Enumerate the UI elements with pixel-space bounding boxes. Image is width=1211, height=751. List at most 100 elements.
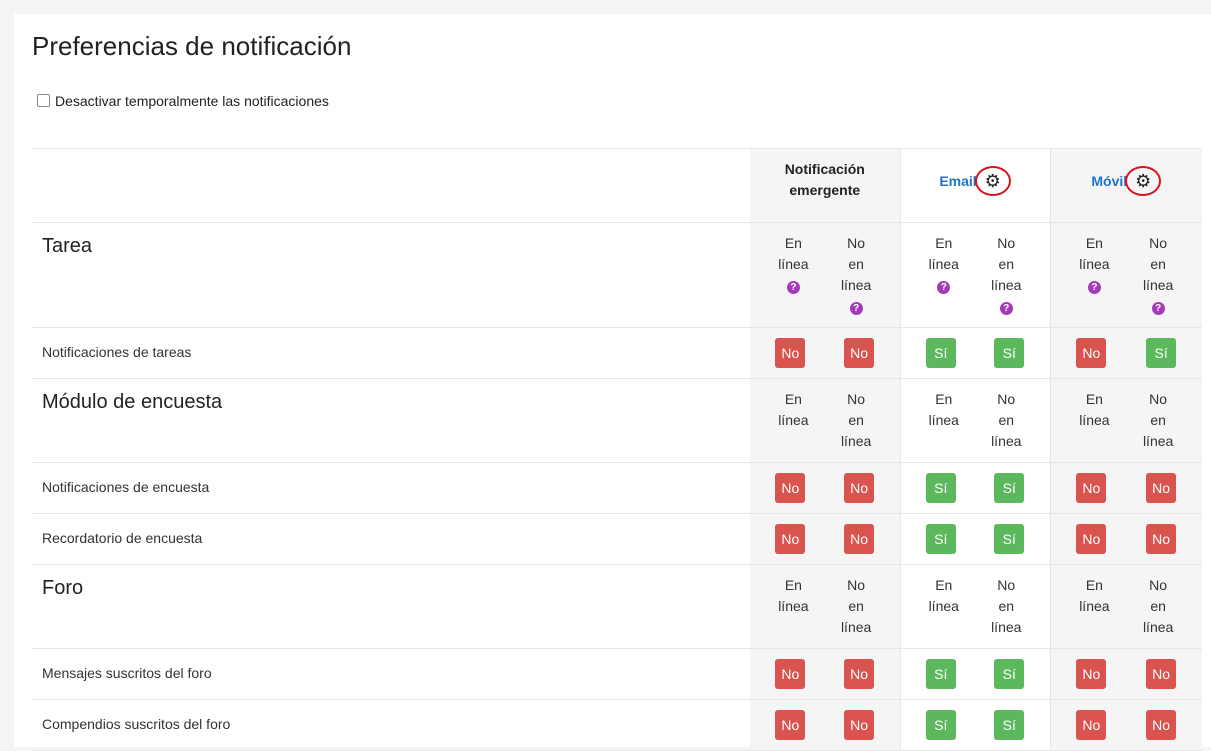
state-offline: No en línea? bbox=[840, 235, 872, 315]
help-icon[interactable]: ? bbox=[937, 281, 951, 294]
disable-notifications-label: Desactivar temporalmente las notificacio… bbox=[55, 93, 329, 109]
state-online: En línea? bbox=[1079, 235, 1110, 294]
toggle-online-button[interactable]: No bbox=[1076, 710, 1107, 740]
processor-email: Email ⚙ bbox=[899, 148, 1050, 223]
toggle-online-button[interactable]: No bbox=[775, 473, 806, 503]
help-icon[interactable]: ? bbox=[849, 302, 863, 315]
toggle-pair: Sí Sí bbox=[899, 648, 1050, 700]
setting-name-cell: Mensajes suscritos del foro bbox=[32, 648, 750, 700]
toggle-pair: Sí Sí bbox=[899, 699, 1050, 751]
email-settings-button[interactable]: ⚙ bbox=[974, 165, 1011, 196]
toggle-offline-button[interactable]: Sí bbox=[994, 659, 1025, 689]
state-offline: No en línea? bbox=[991, 235, 1022, 315]
toggle-offline-button[interactable]: No bbox=[844, 659, 875, 689]
setting-name-cell: Notificaciones de tareas bbox=[32, 327, 750, 379]
toggle-pair: No No bbox=[750, 513, 900, 565]
setting-row: Notificaciones de encuesta No No Sí Sí No No bbox=[32, 462, 1202, 514]
setting-name: Notificaciones de tareas bbox=[42, 344, 192, 360]
toggle-offline-button[interactable]: Sí bbox=[994, 710, 1025, 740]
state-offline: No en línea bbox=[991, 391, 1022, 449]
toggle-offline-button[interactable]: No bbox=[1146, 524, 1177, 554]
state-offline: No en línea? bbox=[1142, 235, 1174, 315]
state-headers: En línea No en línea bbox=[750, 564, 900, 649]
preferences-page: Preferencias de notificación Desactivar … bbox=[14, 14, 1211, 751]
toggle-online-button[interactable]: No bbox=[775, 524, 806, 554]
setting-name: Mensajes suscritos del foro bbox=[42, 665, 212, 681]
state-online: En línea bbox=[1079, 391, 1110, 428]
section-title-cell: Tarea bbox=[32, 222, 750, 328]
toggle-offline-button[interactable]: Sí bbox=[994, 524, 1025, 554]
help-icon[interactable]: ? bbox=[1151, 302, 1165, 315]
processor-mobile: Móvil ⚙ bbox=[1049, 148, 1202, 223]
setting-row: Mensajes suscritos del foro No No Sí Sí No No bbox=[32, 648, 1202, 700]
mobile-settings-button[interactable]: ⚙ bbox=[1125, 165, 1162, 196]
toggle-pair: No Sí bbox=[1049, 327, 1202, 379]
state-online: En línea? bbox=[778, 235, 809, 294]
toggle-offline-button[interactable]: No bbox=[844, 473, 875, 503]
state-offline: No en línea bbox=[991, 577, 1022, 635]
setting-name: Compendios suscritos del foro bbox=[42, 716, 231, 732]
processor-popup: Notificación emergente bbox=[750, 148, 900, 223]
help-icon[interactable]: ? bbox=[786, 281, 800, 294]
setting-name: Recordatorio de encuesta bbox=[42, 530, 203, 546]
toggle-pair: No No bbox=[1049, 699, 1202, 751]
toggle-online-button[interactable]: No bbox=[1076, 659, 1107, 689]
toggle-offline-button[interactable]: Sí bbox=[1146, 338, 1177, 368]
setting-name-cell: Compendios suscritos del foro bbox=[32, 699, 750, 751]
state-offline: No en línea bbox=[1142, 577, 1174, 635]
section-title: Módulo de encuesta bbox=[42, 391, 223, 413]
page-title: Preferencias de notificación bbox=[32, 31, 352, 61]
section-row: Tarea En línea? No en línea? En línea? No en línea… bbox=[32, 222, 1202, 328]
toggle-offline-button[interactable]: No bbox=[1146, 473, 1177, 503]
toggle-offline-button[interactable]: Sí bbox=[994, 473, 1025, 503]
setting-name-cell: Notificaciones de encuesta bbox=[32, 462, 750, 514]
setting-name: Notificaciones de encuesta bbox=[42, 479, 210, 495]
state-headers: En línea No en línea bbox=[1049, 564, 1202, 649]
toggle-offline-button[interactable]: No bbox=[1146, 710, 1177, 740]
section-title-cell: Foro bbox=[32, 564, 750, 649]
toggle-online-button[interactable]: No bbox=[1076, 473, 1107, 503]
state-headers: En línea No en línea bbox=[750, 378, 900, 463]
disable-notifications-checkbox[interactable] bbox=[37, 93, 50, 107]
toggle-offline-button[interactable]: No bbox=[1146, 659, 1177, 689]
toggle-pair: No No bbox=[1049, 462, 1202, 514]
section-row: Módulo de encuesta En línea No en línea En líne… bbox=[32, 378, 1202, 463]
state-headers: En línea? No en línea? bbox=[899, 222, 1050, 328]
help-icon[interactable]: ? bbox=[999, 302, 1013, 315]
state-online: En línea bbox=[778, 391, 809, 428]
toggle-offline-button[interactable]: No bbox=[844, 524, 875, 554]
toggle-online-button[interactable]: No bbox=[1076, 338, 1107, 368]
toggle-online-button[interactable]: No bbox=[775, 338, 806, 368]
toggle-offline-button[interactable]: Sí bbox=[994, 338, 1025, 368]
disable-notifications-toggle[interactable]: Desactivar temporalmente las notificacio… bbox=[37, 92, 329, 110]
state-online: En línea bbox=[928, 577, 959, 614]
help-icon[interactable]: ? bbox=[1087, 281, 1101, 294]
toggle-pair: No No bbox=[1049, 648, 1202, 700]
toggle-online-button[interactable]: Sí bbox=[925, 659, 956, 689]
section-title: Foro bbox=[42, 577, 84, 599]
state-offline: No en línea bbox=[840, 577, 872, 635]
toggle-online-button[interactable]: No bbox=[775, 659, 806, 689]
toggle-online-button[interactable]: No bbox=[775, 710, 806, 740]
section-title-cell: Módulo de encuesta bbox=[32, 378, 750, 463]
processor-email-link[interactable]: Email bbox=[939, 173, 976, 189]
section-title: Tarea bbox=[42, 235, 93, 257]
toggle-offline-button[interactable]: No bbox=[844, 710, 875, 740]
setting-row: Recordatorio de encuesta No No Sí Sí No No bbox=[32, 513, 1202, 565]
setting-name-cell: Recordatorio de encuesta bbox=[32, 513, 750, 565]
section-row: Foro En línea No en línea En línea No en línea En lí… bbox=[32, 564, 1202, 649]
state-headers: En línea? No en línea? bbox=[1049, 222, 1202, 328]
setting-row: Notificaciones de tareas No No Sí Sí No Sí bbox=[32, 327, 1202, 379]
toggle-offline-button[interactable]: No bbox=[844, 338, 875, 368]
processor-mobile-link[interactable]: Móvil bbox=[1091, 173, 1127, 189]
toggle-pair: No No bbox=[750, 699, 900, 751]
state-headers: En línea No en línea bbox=[899, 378, 1050, 463]
toggle-online-button[interactable]: Sí bbox=[925, 338, 956, 368]
toggle-online-button[interactable]: Sí bbox=[925, 524, 956, 554]
gear-icon: ⚙ bbox=[984, 170, 1001, 191]
toggle-online-button[interactable]: Sí bbox=[925, 710, 956, 740]
toggle-online-button[interactable]: No bbox=[1076, 524, 1107, 554]
toggle-pair: No No bbox=[750, 327, 900, 379]
state-online: En línea bbox=[1079, 577, 1110, 614]
toggle-online-button[interactable]: Sí bbox=[925, 473, 956, 503]
